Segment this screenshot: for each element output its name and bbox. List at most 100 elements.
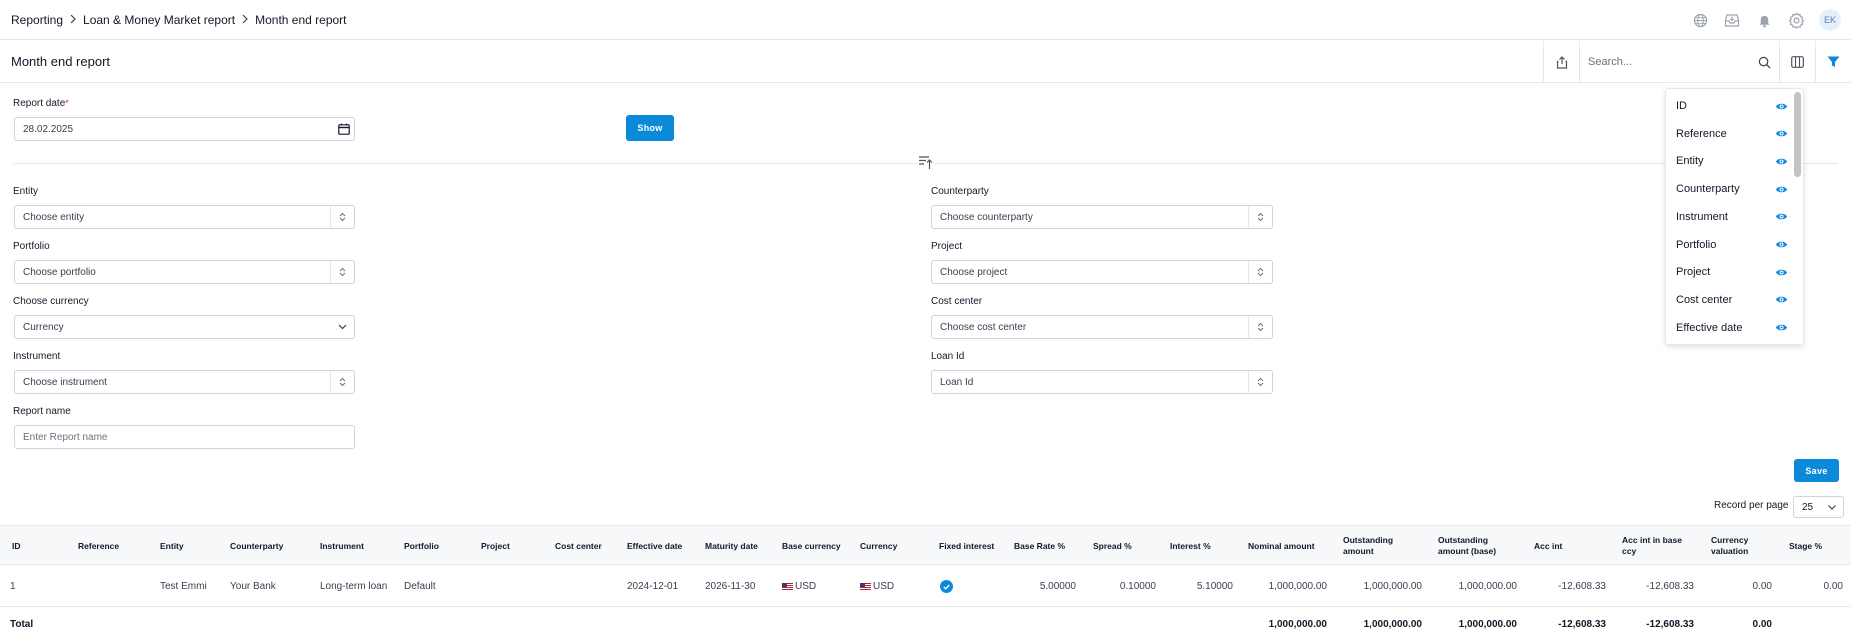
inbox-icon[interactable] <box>1723 11 1741 29</box>
breadcrumb-loan-report[interactable]: Loan & Money Market report <box>83 13 235 27</box>
col-base-currency[interactable]: Base currency <box>782 541 841 552</box>
col-reference[interactable]: Reference <box>78 541 119 552</box>
cell-currency: USD <box>860 581 894 592</box>
updown-icon <box>1248 261 1272 283</box>
project-select[interactable]: Choose project <box>931 260 1273 284</box>
column-toggle-item[interactable]: Effective date <box>1676 318 1788 338</box>
portfolio-select[interactable]: Choose portfolio <box>14 260 355 284</box>
cell-effective-date: 2024-12-01 <box>627 581 679 592</box>
currency-select[interactable]: Currency <box>14 315 355 339</box>
col-acc-int-base-line2: ccy <box>1622 546 1637 556</box>
cost-center-label: Cost center <box>931 296 983 307</box>
entity-placeholder: Choose entity <box>23 211 85 223</box>
col-instrument[interactable]: Instrument <box>320 541 364 552</box>
columns-icon <box>1791 56 1804 68</box>
col-outstanding-base[interactable]: Outstanding amount (base) <box>1438 535 1496 557</box>
filter-button[interactable] <box>1815 41 1851 83</box>
report-name-input[interactable]: Enter Report name <box>14 425 355 449</box>
eye-icon[interactable] <box>1775 155 1788 168</box>
project-placeholder: Choose project <box>940 266 1008 278</box>
record-per-page-select[interactable]: 25 <box>1793 496 1844 518</box>
counterparty-placeholder: Choose counterparty <box>940 211 1033 223</box>
eye-icon[interactable] <box>1775 210 1788 223</box>
instrument-select[interactable]: Choose instrument <box>14 370 355 394</box>
column-toggle-item[interactable]: Reference <box>1676 124 1788 144</box>
column-toggle-item[interactable]: Instrument <box>1676 207 1788 227</box>
col-stage[interactable]: Stage % <box>1789 541 1822 552</box>
cost-center-placeholder: Choose cost center <box>940 321 1027 333</box>
chevron-down-icon <box>1828 505 1836 510</box>
column-toggle-label: Instrument <box>1676 210 1728 223</box>
col-maturity-date[interactable]: Maturity date <box>705 541 758 552</box>
column-toggle-item[interactable]: Portfolio <box>1676 235 1788 255</box>
eye-icon[interactable] <box>1775 127 1788 140</box>
eye-icon[interactable] <box>1775 321 1788 334</box>
search-icon[interactable] <box>1758 56 1771 69</box>
show-button[interactable]: Show <box>626 115 674 141</box>
col-cost-center[interactable]: Cost center <box>555 541 602 552</box>
col-id[interactable]: ID <box>12 541 21 552</box>
column-toggle-item[interactable]: Counterparty <box>1676 179 1788 199</box>
save-button[interactable]: Save <box>1794 459 1839 482</box>
breadcrumb-current: Month end report <box>255 12 347 27</box>
column-toggle-item[interactable]: Project <box>1676 262 1788 282</box>
eye-icon[interactable] <box>1775 100 1788 113</box>
calendar-icon[interactable] <box>338 123 350 135</box>
updown-icon <box>330 206 354 228</box>
col-acc-int[interactable]: Acc int <box>1534 541 1562 552</box>
col-outstanding-amount[interactable]: Outstanding amount <box>1343 535 1393 557</box>
bell-icon[interactable] <box>1755 11 1773 29</box>
col-counterparty[interactable]: Counterparty <box>230 541 283 552</box>
table-row[interactable]: 1 Test Emmi Your Bank Long-term loan Def… <box>0 565 1851 607</box>
loan-id-placeholder: Loan Id <box>940 376 974 388</box>
column-toggle-item[interactable]: Entity <box>1676 151 1788 171</box>
gear-icon[interactable] <box>1787 11 1805 29</box>
col-currency[interactable]: Currency <box>860 541 897 552</box>
col-project[interactable]: Project <box>481 541 510 552</box>
report-name-placeholder: Enter Report name <box>23 431 108 443</box>
cost-center-select[interactable]: Choose cost center <box>931 315 1273 339</box>
col-base-rate[interactable]: Base Rate % <box>1014 541 1065 552</box>
counterparty-select[interactable]: Choose counterparty <box>931 205 1273 229</box>
columns-button[interactable] <box>1779 41 1815 83</box>
cell-spread: 0.10000 <box>1119 581 1156 592</box>
report-date-input[interactable]: 28.02.2025 <box>14 117 355 141</box>
currency-placeholder: Currency <box>23 321 64 333</box>
col-outstanding-base-line1: Outstanding <box>1438 535 1489 545</box>
avatar[interactable]: EK <box>1819 9 1841 31</box>
cell-currency-code: USD <box>873 581 895 592</box>
project-label: Project <box>931 241 963 252</box>
col-currency-valuation-line2: valuation <box>1711 546 1749 556</box>
col-portfolio[interactable]: Portfolio <box>404 541 439 552</box>
export-button[interactable] <box>1543 41 1579 83</box>
column-toggle-label: Counterparty <box>1676 183 1740 196</box>
collapse-filters-icon[interactable] <box>918 154 934 170</box>
portfolio-placeholder: Choose portfolio <box>23 266 96 278</box>
eye-icon[interactable] <box>1775 266 1788 279</box>
col-acc-int-base[interactable]: Acc int in base ccy <box>1622 535 1682 557</box>
col-spread[interactable]: Spread % <box>1093 541 1132 552</box>
globe-icon[interactable] <box>1691 11 1709 29</box>
col-currency-valuation[interactable]: Currency valuation <box>1711 535 1748 557</box>
loan-id-select[interactable]: Loan Id <box>931 370 1273 394</box>
table-total-row: Total 1,000,000.00 1,000,000.00 1,000,00… <box>0 607 1851 641</box>
col-effective-date[interactable]: Effective date <box>627 541 682 552</box>
loan-id-label: Loan Id <box>931 351 965 362</box>
eye-icon[interactable] <box>1775 183 1788 196</box>
entity-select[interactable]: Choose entity <box>14 205 355 229</box>
instrument-label: Instrument <box>13 351 61 362</box>
table-header: ID Reference Entity Counterparty Instrum… <box>0 525 1851 565</box>
eye-icon[interactable] <box>1775 293 1788 306</box>
col-entity[interactable]: Entity <box>160 541 184 552</box>
updown-icon <box>1248 371 1272 393</box>
eye-icon[interactable] <box>1775 238 1788 251</box>
col-nominal-amount[interactable]: Nominal amount <box>1248 541 1315 552</box>
column-toggle-item[interactable]: Cost center <box>1676 290 1788 310</box>
total-label: Total <box>10 619 34 630</box>
scrollbar-thumb[interactable] <box>1794 92 1801 177</box>
col-interest[interactable]: Interest % <box>1170 541 1211 552</box>
column-toggle-item[interactable]: ID <box>1676 96 1788 116</box>
col-fixed-interest[interactable]: Fixed interest <box>939 541 994 552</box>
breadcrumb-reporting[interactable]: Reporting <box>11 13 63 27</box>
search-input[interactable] <box>1588 56 1738 68</box>
